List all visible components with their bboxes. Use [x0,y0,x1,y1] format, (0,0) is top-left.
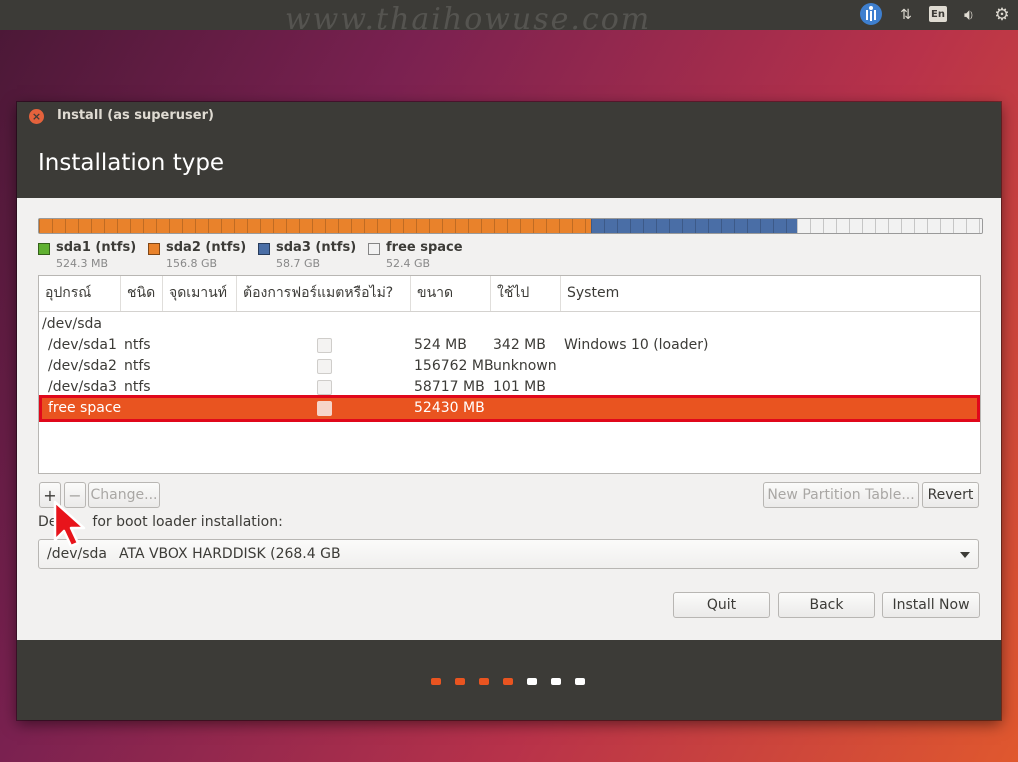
row-size: 52430 MB [414,400,485,416]
keyboard-layout-indicator[interactable]: En [929,6,947,22]
window-title: Install (as superuser) [57,108,214,123]
format-checkbox[interactable] [317,401,332,416]
row-type: ntfs [124,379,151,395]
row-size: 58717 MB [414,379,485,395]
watermark: www.thaihowuse.com [285,2,652,37]
legend-size: 524.3 MB [56,257,109,270]
legend-name: sda3 (ntfs) [276,240,357,255]
top-panel: www.thaihowuse.com ⇅ En 🔉︎ ⚙︎ [0,0,1018,37]
progress-dot [527,678,537,685]
column-header-type[interactable]: ชนิด [121,276,163,311]
row-type: ntfs [124,337,151,353]
format-checkbox[interactable] [317,359,332,374]
new-partition-table-button[interactable]: New Partition Table... [763,482,919,508]
volume-icon[interactable]: 🔉︎ [956,0,982,30]
table-header: อุปกรณ์ ชนิด จุดเมานท์ ต้องการฟอร์แมตหรื… [39,276,980,312]
back-button[interactable]: Back [778,592,875,618]
bootloader-label-suffix: for boot loader installation: [92,514,283,530]
bootloader-device-select[interactable]: /dev/sda ATA VBOX HARDDISK (268.4 GB [38,539,979,569]
progress-dot [503,678,513,685]
row-type: ntfs [124,358,151,374]
install-now-button[interactable]: Install Now [882,592,980,618]
revert-button[interactable]: Revert [922,482,979,508]
column-header-format[interactable]: ต้องการฟอร์แมตหรือไม่? [237,276,411,311]
quit-button[interactable]: Quit [673,592,770,618]
table-row[interactable]: /dev/sda3 ntfs 58717 MB 101 MB [39,377,980,398]
row-device: /dev/sda1 [48,337,117,353]
legend-name: free space [386,240,463,255]
page-header: Installation type [17,130,1001,198]
power-icon[interactable]: ⚙︎ [990,0,1014,30]
legend-swatch [148,243,160,255]
column-header-size[interactable]: ขนาด [411,276,491,311]
row-used: 342 MB [493,337,546,353]
partition-bar-segment-sda2 [39,219,592,233]
partition-table: อุปกรณ์ ชนิด จุดเมานท์ ต้องการฟอร์แมตหรื… [38,275,981,474]
row-device: free space [48,400,122,416]
title-bar: × Install (as superuser) [17,102,1001,130]
row-used: unknown [493,358,557,374]
table-row[interactable]: /dev/sda1 ntfs 524 MB 342 MB Windows 10 … [39,335,980,356]
row-device: /dev/sda3 [48,379,117,395]
network-icon[interactable]: ⇅ [893,0,919,30]
mouse-pointer-icon [53,500,86,548]
legend-size: 52.4 GB [386,257,431,270]
format-checkbox[interactable] [317,338,332,353]
bootloader-description: ATA VBOX HARDDISK (268.4 GB [119,546,341,562]
disk-name: /dev/sda [42,316,102,332]
legend-swatch [38,243,50,255]
row-size: 524 MB [414,337,467,353]
legend-size: 58.7 GB [276,257,321,270]
accessibility-icon[interactable] [860,3,882,25]
column-header-system[interactable]: System [561,276,980,311]
chevron-down-icon [960,552,970,558]
row-used: 101 MB [493,379,546,395]
progress-dot [575,678,585,685]
row-system: Windows 10 (loader) [564,337,709,353]
change-partition-button[interactable]: Change... [88,482,160,508]
progress-footer [17,640,1001,720]
legend-name: sda2 (ntfs) [166,240,247,255]
legend-size: 156.8 GB [166,257,218,270]
column-header-mount[interactable]: จุดเมานท์ [163,276,237,311]
installer-window: × Install (as superuser) Installation ty… [17,102,1001,720]
format-checkbox[interactable] [317,380,332,395]
table-row-selected[interactable]: free space 52430 MB [39,395,980,422]
row-device: /dev/sda2 [48,358,117,374]
legend-name: sda1 (ntfs) [56,240,137,255]
progress-dot [551,678,561,685]
column-header-used[interactable]: ใช้ไป [491,276,561,311]
progress-dot [479,678,489,685]
legend-swatch [258,243,270,255]
legend-swatch [368,243,380,255]
close-icon[interactable]: × [29,109,44,124]
table-row[interactable]: /dev/sda2 ntfs 156762 MB unknown [39,356,980,377]
progress-dot [431,678,441,685]
table-row-disk[interactable]: /dev/sda [39,314,980,335]
partition-bar-segment-sda3 [591,219,798,233]
row-size: 156762 MB [414,358,494,374]
column-header-device[interactable]: อุปกรณ์ [39,276,121,311]
partition-bar [38,218,983,234]
partition-bar-segment-free [797,219,982,233]
progress-dot [455,678,465,685]
page-title: Installation type [38,150,225,176]
